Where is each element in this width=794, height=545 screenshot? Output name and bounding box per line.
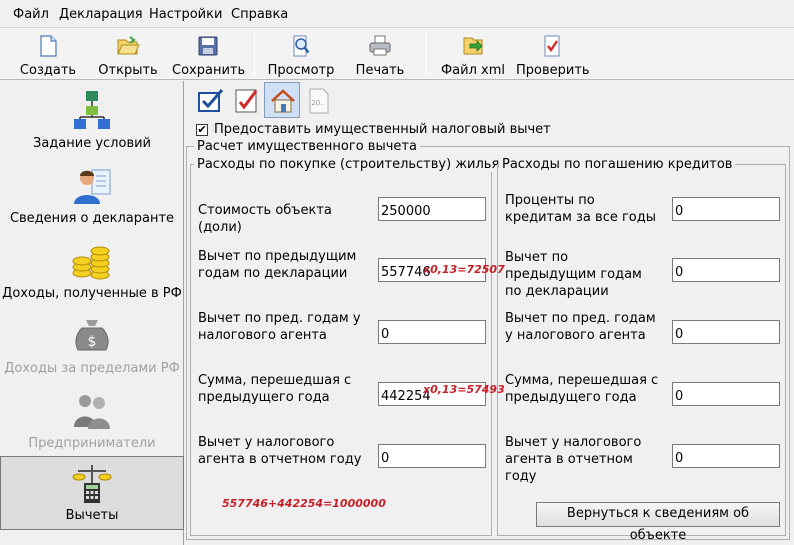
check-document-icon bbox=[544, 35, 560, 57]
prev-years-deduction-label: Вычет по предыдущим годам по декларации bbox=[198, 249, 357, 281]
agent-deduction-current-year-label: Вычет у налогового агента в отчетном год… bbox=[198, 435, 362, 467]
businessmen-icon bbox=[74, 395, 110, 429]
sidebar-item-label: Задание условий bbox=[33, 136, 151, 151]
carried-over-amount-label: Сумма, перешедшая с предыдущего года bbox=[198, 373, 352, 405]
menu-declaration[interactable]: Декларация bbox=[59, 7, 143, 22]
agent-deduction-current-year-input[interactable] bbox=[378, 444, 486, 468]
property-deduction-calc-title: Расчет имущественного вычета bbox=[194, 139, 420, 154]
object-cost-label: Стоимость объекта (доли) bbox=[198, 203, 332, 235]
check-button[interactable]: Проверить bbox=[516, 30, 590, 78]
loan-agent-deduction-current-year-label: Вычет у налогового агента в отчетном год… bbox=[505, 435, 642, 484]
sidebar-item-label: Сведения о декларанте bbox=[9, 211, 175, 226]
loan-prev-years-deduction-label: Вычет по предыдущим годам по декларации bbox=[505, 250, 642, 299]
preview-button[interactable]: Просмотр bbox=[266, 30, 336, 78]
annotation-sum-total: 557746+442254=1000000 bbox=[222, 497, 386, 510]
property-deduction-tab-icon bbox=[271, 89, 295, 113]
money-bag-icon: $ bbox=[75, 320, 109, 351]
standard-deduction-tab-icon bbox=[198, 89, 224, 112]
loan-expenses-title: Расходы по погашению кредитов bbox=[499, 157, 736, 172]
print-button[interactable]: Печать bbox=[348, 30, 412, 78]
create-button[interactable]: Создать bbox=[16, 30, 80, 78]
prev-years-agent-deduction-label: Вычет по пред. годам у налогового агента bbox=[198, 311, 361, 343]
toolbar: Создать Открыть Сохранить Просмотр Печат… bbox=[0, 28, 794, 80]
menu-bar: Файл Декларация Настройки Справка bbox=[0, 0, 794, 28]
tab-property-deduction[interactable] bbox=[264, 82, 300, 118]
return-to-object-button[interactable]: Вернуться к сведениям об объекте bbox=[536, 502, 780, 543]
sidebar-item-conditions[interactable]: Задание условий bbox=[0, 85, 184, 161]
sidebar-item-income-abroad[interactable]: $ Доходы за пределами РФ bbox=[0, 310, 184, 386]
sidebar-item-income-rf[interactable]: Доходы, полученные в РФ bbox=[0, 235, 184, 311]
loan-carried-over-amount-label: Сумма, перешедшая с предыдущего года bbox=[505, 373, 659, 405]
xml-file-icon bbox=[463, 37, 483, 55]
sidebar-item-label: Доходы за пределами РФ bbox=[4, 361, 180, 376]
coin-stacks-icon bbox=[72, 246, 110, 280]
printer-icon bbox=[369, 35, 391, 56]
toolbar-separator bbox=[426, 32, 427, 76]
save-floppy-icon bbox=[198, 36, 218, 56]
check-button-label: Проверить bbox=[516, 63, 590, 78]
loan-interest-input[interactable] bbox=[672, 197, 780, 221]
menu-settings[interactable]: Настройки bbox=[149, 7, 222, 22]
loan-prev-years-deduction-input[interactable] bbox=[672, 258, 780, 282]
conditions-flowchart-icon bbox=[74, 91, 110, 129]
social-deduction-tab-icon bbox=[235, 89, 258, 113]
loan-prev-years-agent-deduction-input[interactable] bbox=[672, 320, 780, 344]
loan-agent-deduction-current-year-input[interactable] bbox=[672, 444, 780, 468]
svg-text:20..: 20.. bbox=[311, 99, 324, 107]
svg-text:$: $ bbox=[88, 334, 97, 350]
property-deduction-checkbox-label: Предоставить имущественный налоговый выч… bbox=[214, 122, 551, 137]
loan-interest-label: Проценты по кредитам за все годы bbox=[505, 193, 657, 225]
toolbar-separator bbox=[254, 32, 255, 76]
sidebar-item-label: Вычеты bbox=[65, 508, 119, 523]
sidebar-item-declarant[interactable]: Сведения о декларанте bbox=[0, 160, 184, 236]
annotation-calc-72507: x0,13=72507 bbox=[423, 263, 505, 276]
tab-other-deduction[interactable]: 20.. bbox=[300, 82, 336, 118]
tab-standard-deduction[interactable] bbox=[192, 82, 228, 118]
sidebar: Задание условий Сведения о декларанте До… bbox=[0, 81, 184, 545]
menu-file[interactable]: Файл bbox=[13, 7, 49, 22]
person-card-icon bbox=[74, 169, 111, 204]
xml-file-button[interactable]: Файл xml bbox=[440, 30, 506, 78]
xml-file-button-label: Файл xml bbox=[440, 63, 506, 78]
object-cost-input[interactable] bbox=[378, 197, 486, 221]
sidebar-item-deductions[interactable]: Вычеты bbox=[0, 456, 184, 530]
sidebar-item-entrepreneurs[interactable]: Предприниматели bbox=[0, 385, 184, 461]
sidebar-item-label: Доходы, полученные в РФ bbox=[2, 286, 182, 301]
save-button-label: Сохранить bbox=[172, 63, 246, 78]
open-folder-icon bbox=[117, 36, 140, 55]
create-button-label: Создать bbox=[19, 63, 77, 78]
housing-expenses-title: Расходы по покупке (строительству) жилья bbox=[194, 157, 503, 172]
prev-years-agent-deduction-input[interactable] bbox=[378, 320, 486, 344]
preview-button-label: Просмотр bbox=[267, 63, 335, 78]
print-button-label: Печать bbox=[355, 63, 405, 78]
tab-social-deduction[interactable] bbox=[228, 82, 264, 118]
new-document-icon bbox=[40, 35, 57, 57]
loan-prev-years-agent-deduction-label: Вычет по пред. годам у налогового агента bbox=[505, 311, 656, 343]
menu-help[interactable]: Справка bbox=[231, 7, 288, 22]
sidebar-item-label: Предприниматели bbox=[28, 436, 156, 451]
annotation-calc-57493: x0,13=57493 bbox=[423, 383, 505, 396]
open-button[interactable]: Открыть bbox=[96, 30, 160, 78]
loan-carried-over-amount-input[interactable] bbox=[672, 382, 780, 406]
preview-magnifier-icon bbox=[293, 35, 310, 57]
scales-calculator-icon bbox=[72, 465, 112, 503]
open-button-label: Открыть bbox=[98, 63, 158, 78]
property-deduction-checkbox[interactable]: ✔ bbox=[196, 124, 208, 136]
other-deduction-tab-icon: 20.. bbox=[309, 88, 329, 114]
save-button[interactable]: Сохранить bbox=[172, 30, 246, 78]
